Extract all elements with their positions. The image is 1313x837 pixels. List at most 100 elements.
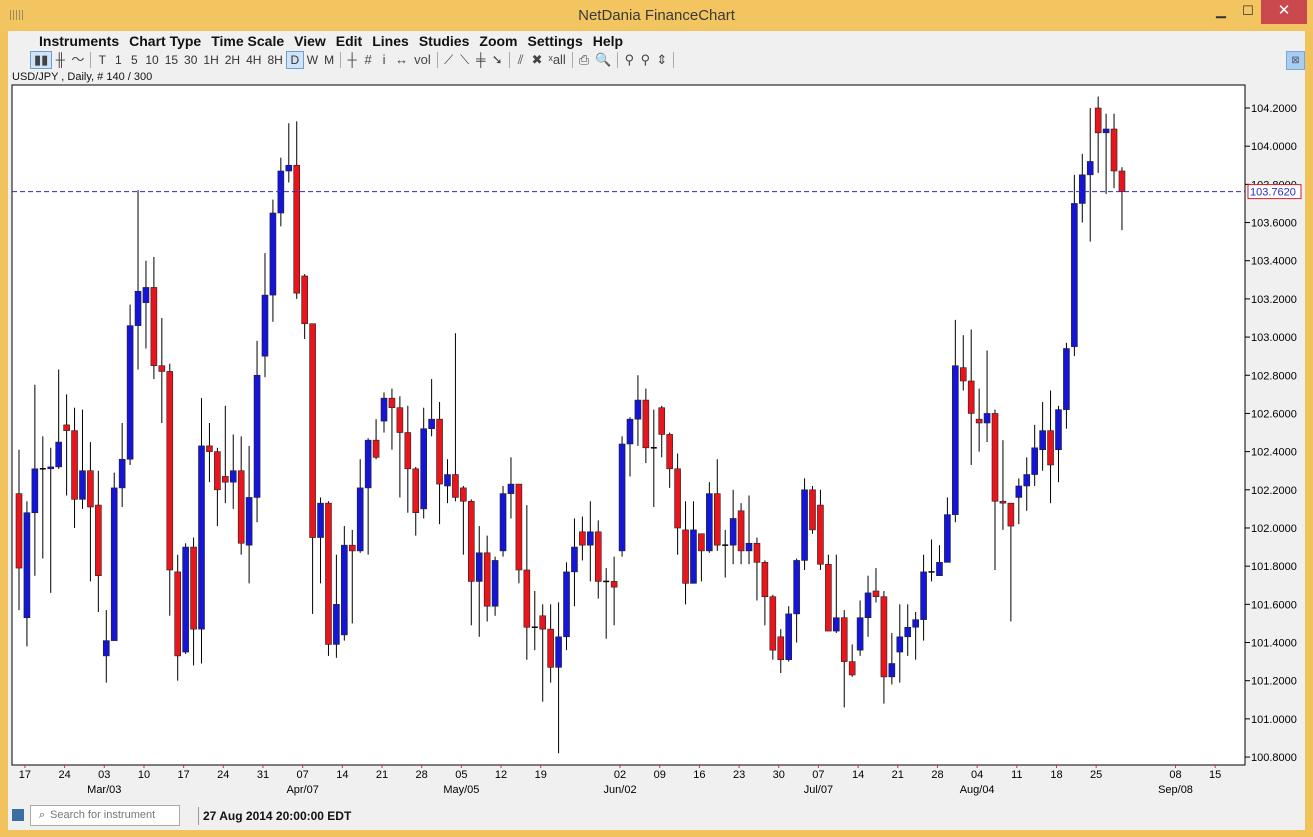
candle-body [682, 529, 689, 584]
candle [515, 483, 523, 584]
y-tick-label: 101.4000 [1251, 638, 1297, 650]
y-tick-label: 103.4000 [1251, 256, 1297, 268]
month-label: Jul/07 [804, 784, 833, 796]
candle-body [1086, 161, 1094, 176]
x-tick-label: 24 [58, 769, 70, 781]
x-tick-label: 23 [733, 769, 745, 781]
x-tick-label: 17 [178, 769, 190, 781]
candle-body [864, 592, 872, 619]
month-label: Sep/08 [1158, 784, 1193, 796]
x-tick-label: 14 [852, 769, 864, 781]
month-label: May/05 [443, 784, 479, 796]
candle-body [1047, 430, 1054, 466]
candle-body [944, 514, 951, 563]
candle [801, 478, 808, 570]
candle-body [269, 212, 277, 296]
y-tick-label: 102.6000 [1251, 408, 1297, 420]
candle-body [690, 529, 697, 584]
candle-body [840, 617, 848, 662]
x-tick-label: 02 [614, 769, 626, 781]
x-tick-label: 07 [812, 769, 824, 781]
candle [809, 485, 816, 534]
x-tick-label: 24 [217, 769, 229, 781]
candle-body [579, 531, 586, 546]
candle [618, 436, 626, 557]
candle-body [55, 441, 62, 468]
candle-body [999, 500, 1007, 504]
candle-body [142, 287, 150, 304]
candle-body [880, 596, 888, 678]
candle-body [1039, 430, 1046, 451]
candle-body [801, 489, 808, 561]
candle-body [285, 164, 293, 172]
candle-body [356, 487, 364, 552]
candle-body [475, 552, 483, 582]
x-tick-label: 15 [1209, 769, 1221, 781]
x-tick-label: 07 [297, 769, 309, 781]
candle-body [1118, 170, 1126, 192]
candle [110, 472, 118, 641]
candle-body [428, 418, 435, 430]
candle-body [364, 439, 372, 489]
candle-body [87, 470, 94, 508]
candle-body [396, 407, 404, 433]
candle-body [325, 502, 332, 645]
candlestick-chart[interactable]: 104.2000104.0000103.8000103.6000103.4000… [0, 0, 1313, 837]
y-tick-label: 100.8000 [1251, 752, 1297, 764]
candle-body [341, 544, 348, 636]
candle-body [95, 504, 102, 577]
candle-body [626, 418, 634, 445]
candle-body [674, 468, 681, 529]
candle-body [713, 493, 721, 546]
candle-body [1102, 128, 1110, 134]
y-tick-label: 101.2000 [1251, 676, 1297, 688]
candle-body [372, 439, 380, 458]
candle-body [126, 325, 134, 460]
candle [769, 594, 777, 660]
candle-body [436, 418, 443, 485]
candle-body [1031, 447, 1038, 475]
y-tick-label: 104.2000 [1251, 103, 1297, 115]
x-tick-label: 12 [495, 769, 507, 781]
candle [126, 304, 134, 465]
month-label: Mar/03 [87, 784, 121, 796]
candle [825, 554, 832, 632]
candle-body [467, 500, 475, 582]
candle-body [71, 430, 78, 500]
candle-body [499, 493, 507, 552]
x-tick-label: 03 [98, 769, 110, 781]
candle [499, 485, 507, 557]
candle-body [539, 615, 547, 630]
y-tick-label: 101.0000 [1251, 714, 1297, 726]
candle-body [166, 371, 174, 571]
candle-body [47, 466, 55, 470]
x-tick-label: 18 [1050, 769, 1062, 781]
candle-body [507, 483, 515, 494]
candle-body [563, 571, 570, 638]
candle-body [1110, 128, 1118, 172]
candle-body [1071, 203, 1078, 347]
candle-body [293, 164, 301, 294]
y-tick-label: 103.2000 [1251, 294, 1297, 306]
candle-body [856, 617, 864, 651]
candle-body [102, 640, 110, 657]
y-tick-label: 101.6000 [1251, 599, 1297, 611]
candle-body [301, 275, 308, 325]
candle-body [63, 424, 70, 431]
x-tick-label: 17 [19, 769, 31, 781]
candle-body [872, 590, 880, 598]
candle-body [809, 489, 816, 531]
candle-body [698, 533, 705, 552]
candle-body [745, 542, 753, 552]
candle [182, 543, 189, 654]
x-tick-label: 30 [773, 769, 785, 781]
x-tick-label: 14 [336, 769, 348, 781]
candle-body [658, 407, 666, 435]
candle-body [444, 474, 451, 487]
candle-body [15, 493, 23, 569]
candle-body [460, 487, 467, 502]
candle-body [118, 458, 126, 489]
candle-body [920, 571, 927, 620]
candle-body [666, 434, 673, 470]
candle [785, 606, 792, 662]
